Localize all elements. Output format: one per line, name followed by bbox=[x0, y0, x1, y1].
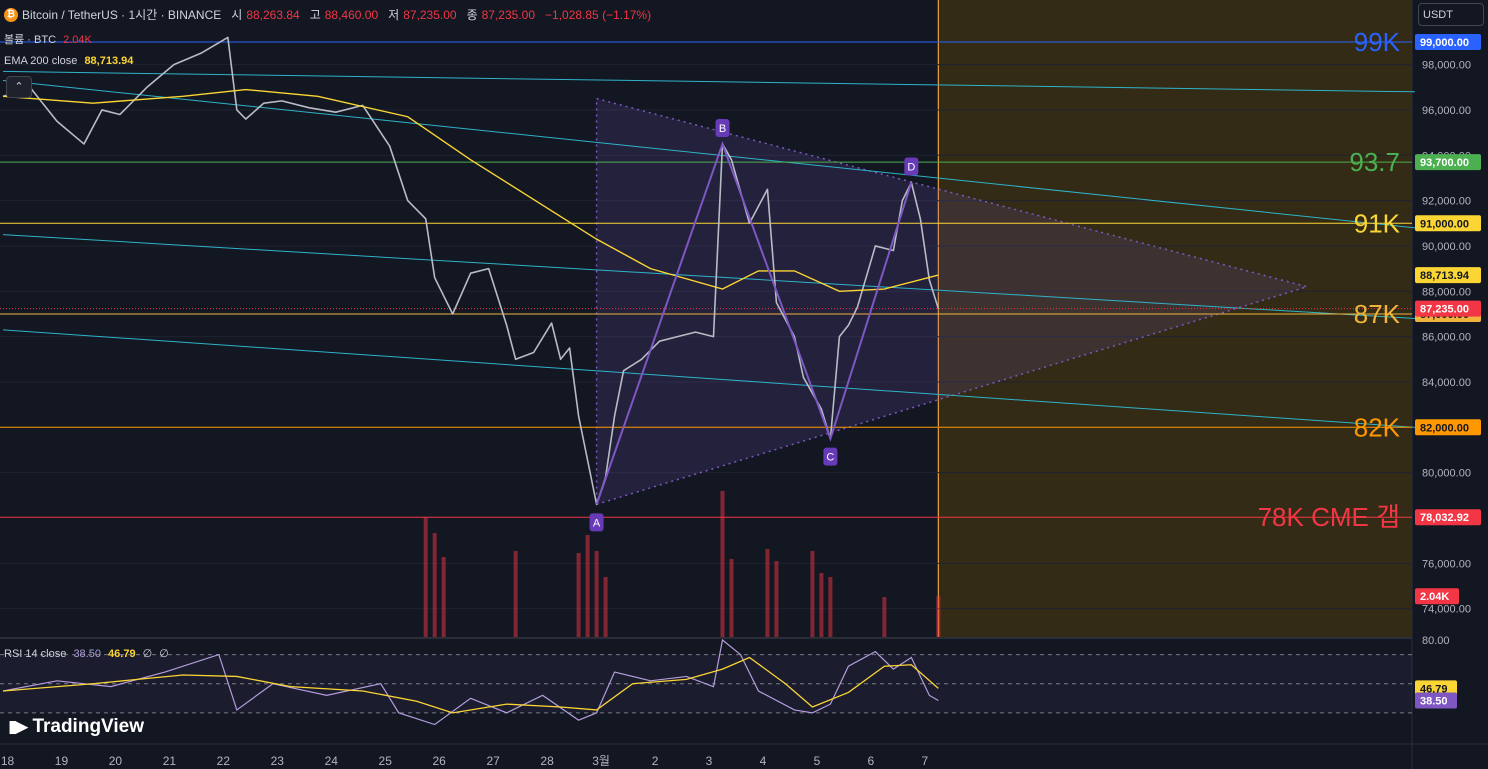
level-label: 78K CME 갭 bbox=[1258, 502, 1400, 532]
volume-bar bbox=[603, 577, 608, 637]
time-tick-label: 2 bbox=[652, 754, 659, 768]
volume-bar bbox=[774, 561, 779, 637]
tradingview-mark-icon: ▮▶ bbox=[8, 717, 28, 736]
time-tick-label: 7 bbox=[922, 754, 929, 768]
open-label: 시 bbox=[231, 8, 243, 22]
volume-label: 볼륨 · BTC bbox=[4, 34, 57, 46]
brand-name: TradingView bbox=[32, 716, 145, 737]
price-tick-label: 86,000.00 bbox=[1422, 332, 1471, 344]
ema-legend[interactable]: EMA 200 close 88,713.94 bbox=[4, 55, 133, 67]
volume-bar bbox=[828, 577, 833, 637]
level-label: 87K bbox=[1354, 299, 1401, 329]
rsi-axis-tag: 38.50 bbox=[1420, 695, 1448, 707]
pattern-point-label: C bbox=[826, 452, 834, 464]
level-label: 93.7 bbox=[1349, 147, 1400, 177]
pattern-point-label: A bbox=[593, 517, 601, 529]
pattern-point-label: D bbox=[907, 161, 915, 173]
volume-bar bbox=[936, 596, 941, 637]
volume-bar bbox=[594, 551, 599, 637]
bitcoin-icon: ₿ bbox=[4, 7, 18, 22]
high-value: 88,460.00 bbox=[324, 7, 379, 22]
rsi-label: RSI 14 close bbox=[4, 648, 67, 660]
volume-bar bbox=[432, 533, 437, 637]
rsi-ma-value: 46.79 bbox=[108, 648, 136, 660]
symbol-title[interactable]: Bitcoin / TetherUS · 1시간 · BINANCE bbox=[22, 6, 221, 23]
change-value: −1,028.85 (−1.17%) bbox=[545, 7, 652, 22]
rsi-extra-2: ∅ bbox=[159, 648, 169, 660]
time-tick-label: 24 bbox=[325, 754, 339, 768]
price-tick-label: 92,000.00 bbox=[1422, 196, 1471, 208]
ema-label: EMA 200 close bbox=[4, 55, 78, 67]
volume-bar bbox=[441, 557, 446, 637]
ema-axis-tag: 88,713.94 bbox=[1420, 270, 1470, 282]
time-tick-label: 22 bbox=[217, 754, 231, 768]
level-label: 99K bbox=[1354, 27, 1401, 57]
level-axis-tag: 91,000.00 bbox=[1420, 218, 1469, 230]
time-tick-label: 28 bbox=[540, 754, 554, 768]
time-tick-label: 6 bbox=[868, 754, 875, 768]
close-label: 종 bbox=[466, 8, 478, 22]
level-axis-tag: 78,032.92 bbox=[1420, 512, 1469, 524]
volume-bar bbox=[810, 551, 815, 637]
volume-value: 2.04K bbox=[63, 34, 92, 46]
time-tick-label: 3 bbox=[706, 754, 713, 768]
close-value: 87,235.00 bbox=[481, 7, 536, 22]
volume-axis-tag: 2.04K bbox=[1420, 591, 1449, 603]
volume-legend[interactable]: 볼륨 · BTC 2.04K bbox=[4, 31, 92, 47]
time-tick-label: 26 bbox=[433, 754, 447, 768]
time-tick-label: 19 bbox=[55, 754, 69, 768]
time-tick-label: 18 bbox=[1, 754, 15, 768]
time-tick-label: 20 bbox=[109, 754, 123, 768]
open-value: 88,263.84 bbox=[246, 7, 300, 22]
volume-bar bbox=[585, 535, 590, 637]
volume-bar bbox=[576, 553, 581, 637]
price-tick-label: 88,000.00 bbox=[1422, 286, 1471, 298]
volume-bar bbox=[765, 549, 770, 637]
time-tick-label: 21 bbox=[163, 754, 177, 768]
price-tick-label: 84,000.00 bbox=[1422, 377, 1471, 389]
low-value: 87,235.00 bbox=[403, 7, 457, 22]
volume-bar bbox=[513, 551, 518, 637]
level-axis-tag: 93,700.00 bbox=[1420, 157, 1469, 169]
price-tick-label: 76,000.00 bbox=[1422, 558, 1471, 570]
pattern-point-label: B bbox=[719, 123, 726, 135]
price-tick-label: 74,000.00 bbox=[1422, 604, 1471, 616]
time-tick-label: 4 bbox=[760, 754, 767, 768]
time-tick-label: 23 bbox=[271, 754, 285, 768]
high-label: 고 bbox=[309, 8, 321, 22]
volume-bar bbox=[882, 597, 887, 637]
tradingview-logo[interactable]: ▮▶ TradingView bbox=[8, 716, 144, 738]
time-tick-label: 5 bbox=[814, 754, 821, 768]
currency-button[interactable]: USDT bbox=[1418, 3, 1484, 26]
rsi-value: 38.50 bbox=[73, 648, 101, 660]
volume-bar bbox=[729, 559, 734, 637]
symbol-legend: ₿ Bitcoin / TetherUS · 1시간 · BINANCE 시 88… bbox=[4, 6, 651, 23]
ema-value: 88,713.94 bbox=[84, 55, 134, 67]
level-axis-tag: 82,000.00 bbox=[1420, 422, 1469, 434]
price-tick-label: 90,000.00 bbox=[1422, 241, 1471, 253]
price-tick-label: 80,000.00 bbox=[1422, 468, 1471, 480]
rsi-legend[interactable]: RSI 14 close 38.50 46.79 ∅ ∅ bbox=[4, 647, 169, 660]
volume-bar bbox=[423, 517, 428, 637]
rsi-tick-label: 80.00 bbox=[1422, 635, 1450, 647]
time-tick-label: 27 bbox=[486, 754, 500, 768]
low-label: 저 bbox=[388, 8, 400, 22]
level-label: 82K bbox=[1354, 412, 1401, 442]
time-tick-label: 3월 bbox=[592, 754, 610, 768]
price-chart[interactable]: A B C D 99K 93.7 91K 87K 82K 78K CME 갭 98,000.00 96… bbox=[0, 0, 1488, 769]
price-tick-label: 96,000.00 bbox=[1422, 105, 1471, 117]
collapse-legend-button[interactable]: ⌃ bbox=[6, 76, 32, 98]
level-label: 91K bbox=[1354, 208, 1401, 238]
time-tick-label: 25 bbox=[379, 754, 393, 768]
volume-bar bbox=[720, 491, 725, 637]
rsi-extra-1: ∅ bbox=[142, 648, 153, 660]
volume-bar bbox=[819, 573, 824, 637]
chevron-up-icon: ⌃ bbox=[14, 81, 24, 93]
last-price-axis-tag: 87,235.00 bbox=[1420, 304, 1469, 316]
price-tick-label: 98,000.00 bbox=[1422, 60, 1471, 72]
level-axis-tag: 99,000.00 bbox=[1420, 37, 1469, 49]
